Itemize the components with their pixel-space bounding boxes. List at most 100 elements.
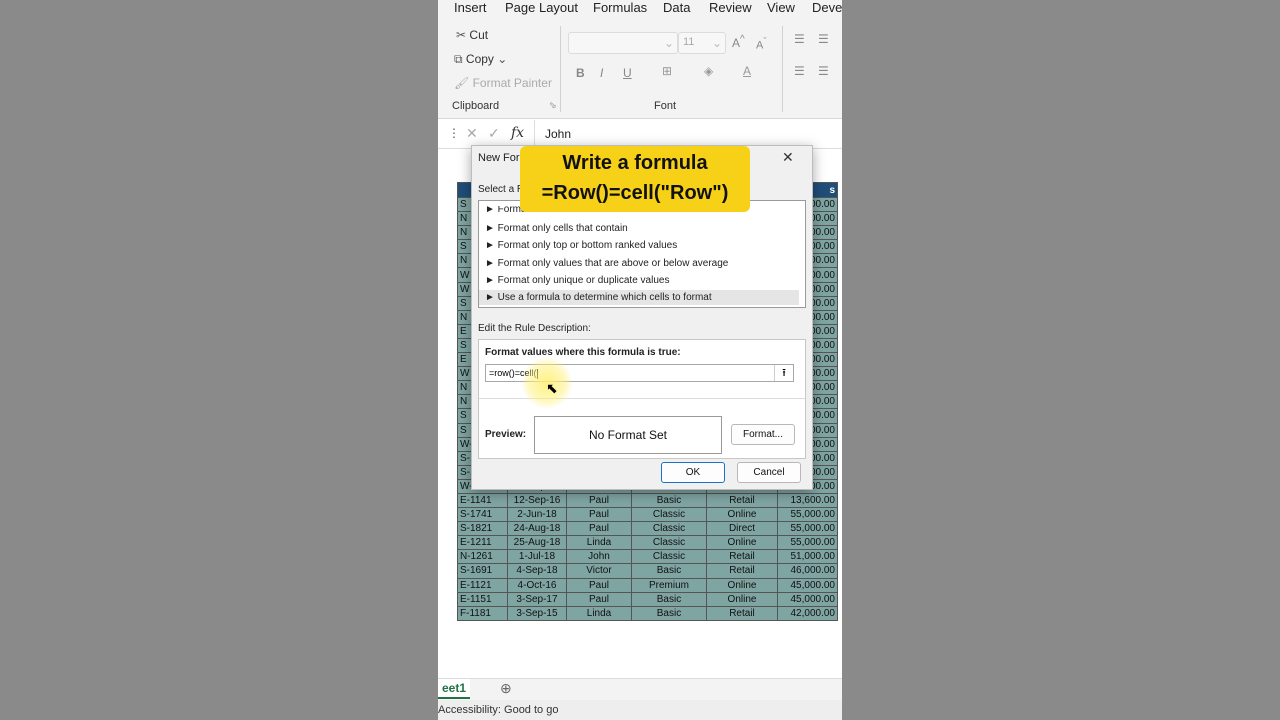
preview-box: No Format Set [534, 416, 722, 454]
table-cell[interactable]: Retail [706, 549, 778, 565]
table-cell[interactable]: 4-Sep-18 [507, 563, 567, 579]
table-cell[interactable]: 13,600.00 [777, 492, 838, 509]
table-cell[interactable]: 12-Sep-16 [507, 492, 567, 509]
rule-option[interactable]: ► Format only cells that contain [485, 223, 628, 234]
table-cell[interactable]: 25-Aug-18 [507, 535, 567, 551]
tab-review[interactable]: Review [709, 0, 752, 15]
align-middle-icon[interactable]: ☰ [818, 32, 829, 46]
table-cell[interactable]: Paul [566, 577, 632, 593]
table-cell[interactable]: 55,000.00 [777, 535, 838, 551]
italic-button[interactable]: I [600, 66, 603, 80]
format-painter-button[interactable]: 🖌 Format Painter [454, 76, 552, 90]
table-cell[interactable]: Basic [631, 605, 707, 621]
table-cell[interactable]: 51,000.00 [777, 549, 838, 565]
align-center-icon[interactable]: ☰ [818, 64, 829, 78]
table-cell[interactable]: 55,000.00 [777, 521, 838, 537]
table-cell[interactable]: 1-Jul-18 [507, 549, 567, 565]
table-cell[interactable]: Premium [631, 577, 707, 593]
rule-option[interactable]: ► Format only top or bottom ranked value… [485, 240, 677, 251]
decrease-font-button[interactable]: Aˇ [756, 36, 766, 52]
table-cell[interactable]: Classic [631, 535, 707, 551]
table-cell[interactable]: 2-Jun-18 [507, 507, 567, 523]
table-cell[interactable]: Victor [566, 563, 632, 579]
font-color-icon[interactable]: A [743, 64, 751, 78]
table-cell[interactable]: Retail [706, 492, 778, 509]
tab-page-layout[interactable]: Page Layout [505, 0, 578, 15]
table-cell[interactable]: John [566, 549, 632, 565]
bold-button[interactable]: B [576, 66, 585, 80]
cancel-icon[interactable]: ✕ [466, 125, 478, 142]
font-group-label: Font [654, 100, 677, 112]
table-cell[interactable]: Online [706, 535, 778, 551]
tab-data[interactable]: Data [663, 0, 690, 15]
table-cell[interactable]: 3-Sep-15 [507, 605, 567, 621]
close-icon[interactable]: ✕ [782, 149, 794, 166]
cut-label: Cut [469, 28, 489, 42]
align-top-icon[interactable]: ☰ [794, 32, 805, 46]
table-cell[interactable]: E-1121 [457, 577, 508, 593]
table-cell[interactable]: 45,000.00 [777, 577, 838, 593]
format-button[interactable]: Format... [731, 424, 795, 445]
table-cell[interactable]: Retail [706, 563, 778, 579]
table-cell[interactable]: Linda [566, 605, 632, 621]
enter-icon[interactable]: ✓ [488, 125, 500, 142]
more-options-icon[interactable]: ⋮ [448, 126, 460, 140]
table-cell[interactable]: 46,000.00 [777, 563, 838, 579]
table-cell[interactable]: S-1741 [457, 507, 508, 523]
font-name-select[interactable]: ⌄ [568, 32, 678, 54]
table-cell[interactable]: Linda [566, 535, 632, 551]
table-cell[interactable]: Online [706, 577, 778, 593]
table-cell[interactable]: 24-Aug-18 [507, 521, 567, 537]
font-size-select[interactable]: 11 ⌄ [678, 32, 726, 54]
table-cell[interactable]: Direct [706, 521, 778, 537]
table-cell[interactable]: Classic [631, 521, 707, 537]
table-cell[interactable]: E-1151 [457, 591, 508, 607]
underline-button[interactable]: U [623, 66, 632, 80]
table-cell[interactable]: 4-Oct-16 [507, 577, 567, 593]
table-cell[interactable]: Classic [631, 507, 707, 523]
table-cell[interactable]: Classic [631, 549, 707, 565]
borders-icon[interactable]: ⊞ [662, 64, 672, 78]
formula-input[interactable]: John [534, 120, 842, 148]
fx-icon[interactable]: fx [511, 125, 524, 141]
table-cell[interactable]: Retail [706, 605, 778, 621]
copy-button[interactable]: ⧉ Copy ⌄ [454, 52, 507, 67]
tab-view[interactable]: View [767, 0, 795, 15]
table-cell[interactable]: E-1141 [457, 492, 508, 509]
table-cell[interactable]: 42,000.00 [777, 605, 838, 621]
table-cell[interactable]: F-1181 [457, 605, 508, 621]
table-cell[interactable]: Online [706, 591, 778, 607]
table-cell[interactable]: Paul [566, 492, 632, 509]
fill-color-icon[interactable]: ◈ [704, 64, 713, 78]
table-cell[interactable]: 3-Sep-17 [507, 591, 567, 607]
table-cell[interactable]: Basic [631, 492, 707, 509]
tab-insert[interactable]: Insert [454, 0, 487, 15]
table-cell[interactable]: Paul [566, 507, 632, 523]
table-cell[interactable]: S-1691 [457, 563, 508, 579]
increase-font-button[interactable]: A^ [732, 34, 745, 50]
rule-option[interactable]: ► Format only values that are above or b… [485, 258, 728, 269]
table-cell[interactable]: Basic [631, 563, 707, 579]
table-cell[interactable]: E-1211 [457, 535, 508, 551]
table-cell[interactable]: S-1821 [457, 521, 508, 537]
collapse-dialog-icon[interactable]: ⭱ [774, 365, 793, 381]
table-cell[interactable]: Basic [631, 591, 707, 607]
rule-option-selected[interactable]: ► Use a formula to determine which cells… [479, 290, 799, 305]
dialog-launcher-icon[interactable]: ⬂ [549, 100, 557, 111]
tab-developer[interactable]: Deve [812, 0, 842, 15]
table-cell[interactable]: 55,000.00 [777, 507, 838, 523]
ok-button[interactable]: OK [661, 462, 725, 483]
add-sheet-icon[interactable]: ⊕ [500, 680, 512, 697]
tab-formulas[interactable]: Formulas [593, 0, 647, 15]
copy-label: Copy [465, 52, 494, 66]
table-cell[interactable]: Paul [566, 591, 632, 607]
cut-button[interactable]: ✂ Cut [456, 28, 488, 42]
table-cell[interactable]: N-1261 [457, 549, 508, 565]
cancel-button[interactable]: Cancel [737, 462, 801, 483]
align-left-icon[interactable]: ☰ [794, 64, 805, 78]
sheet-tab[interactable]: eet1 [438, 679, 471, 699]
rule-option[interactable]: ► Format only unique or duplicate values [485, 275, 669, 286]
table-cell[interactable]: 45,000.00 [777, 591, 838, 607]
table-cell[interactable]: Paul [566, 521, 632, 537]
table-cell[interactable]: Online [706, 507, 778, 523]
